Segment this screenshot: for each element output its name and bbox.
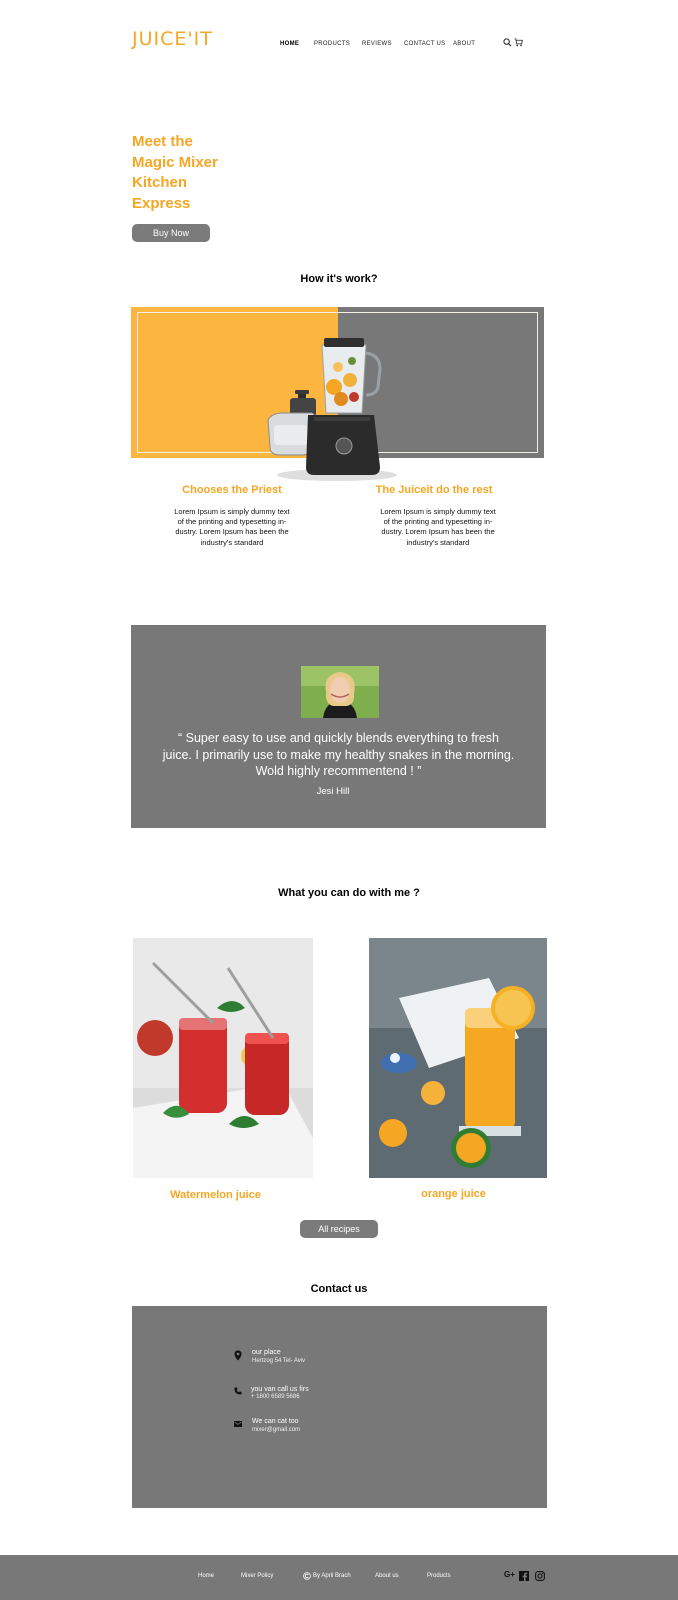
nav-products[interactable]: PRODUCTS (314, 41, 350, 47)
step-text-line: industry's standard (200, 537, 264, 547)
hero-title-line: Meet the (132, 133, 193, 150)
step-text-line: of the printing and typesetting in- (177, 517, 287, 527)
step-text-line: dustry. Lorem Ipsum has been the (381, 527, 495, 537)
contact-title: Contact us (310, 1283, 368, 1295)
phone-icon (234, 1387, 242, 1395)
step-text-line: Lorem Ipsum is simply dummy text (380, 507, 496, 516)
nav-reviews[interactable]: REVIEWS (362, 41, 392, 47)
hero-title-line: Magic Mixer (132, 153, 218, 171)
orange-juice-image[interactable] (369, 938, 547, 1178)
testimonial-section (131, 625, 546, 828)
instagram-icon[interactable] (535, 1571, 545, 1581)
hero-title-line: Kitchen (132, 174, 188, 191)
hero-title-line: Express (132, 194, 191, 212)
footer-link-home[interactable]: Home (198, 1573, 214, 1579)
recipe-label[interactable]: Watermelon juice (148, 1189, 283, 1201)
copyright-icon (303, 1572, 311, 1580)
food-processor-image (267, 338, 397, 481)
recipes-title: What you can do with me ? (278, 887, 420, 899)
hero-title: Meet the Magic Mixer Kitchen Express (132, 132, 262, 214)
all-recipes-button[interactable]: All recipes (300, 1220, 378, 1238)
quote-line: juice. I primarily use to make my health… (162, 747, 515, 762)
testimonial-quote: “ Super easy to use and quickly blends e… (150, 730, 527, 780)
testimonial-author: Jesi Hill (316, 786, 350, 797)
recipe-label[interactable]: orange juice (386, 1188, 521, 1200)
step-text-line: Lorem Ipsum is simply dummy text (174, 507, 290, 516)
google-plus-icon[interactable]: G+ (504, 1570, 515, 1579)
nav-about[interactable]: ABOUT (453, 41, 475, 47)
nav-contact-us[interactable]: CONTACT US (404, 41, 445, 47)
step-title: The Juiceit do the rest (375, 484, 493, 496)
quote-line: Wold highly recommentend ! ” (255, 764, 422, 778)
facebook-icon[interactable] (519, 1571, 529, 1581)
contact-email[interactable]: mixer@gmail.com (252, 1427, 300, 1433)
nav-home[interactable]: HOME (280, 41, 299, 47)
logo[interactable]: JUICE'IT (132, 28, 213, 50)
footer-link-about-us[interactable]: About us (375, 1573, 399, 1579)
contact-line-title: you van call us firs (251, 1386, 309, 1393)
contact-line-value: + 1800 6589 5686 (251, 1394, 300, 1400)
location-pin-icon (234, 1350, 242, 1361)
step-title: Chooses the Priest (182, 484, 282, 496)
watermelon-juice-image[interactable] (133, 938, 313, 1178)
step-text-line: of the printing and typesetting in- (383, 517, 493, 527)
buy-now-button[interactable]: Buy Now (132, 224, 210, 242)
search-icon[interactable] (503, 38, 512, 47)
footer-link-products[interactable]: Products (427, 1573, 451, 1579)
cart-icon[interactable] (514, 38, 523, 47)
mail-icon (234, 1421, 242, 1427)
step-text-line: industry's standard (406, 537, 470, 547)
reviewer-avatar (301, 666, 379, 718)
contact-line-value: Hertzog 54 Tel- Aviv (252, 1358, 306, 1364)
contact-line-title: We can cat too (252, 1418, 299, 1425)
contact-section (132, 1306, 547, 1508)
how-it-works-title: How it's work? (300, 273, 378, 285)
contact-line-title: our place (252, 1349, 281, 1356)
footer-credit: By April Brach (313, 1573, 351, 1579)
step-text: Lorem Ipsum is simply dummy text of the … (368, 507, 508, 548)
quote-line: “ Super easy to use and quickly blends e… (177, 731, 499, 745)
step-text-line: dustry. Lorem Ipsum has been the (175, 527, 289, 537)
step-text: Lorem Ipsum is simply dummy text of the … (162, 507, 302, 548)
footer-link-mixer-policy[interactable]: Mixer Policy (241, 1573, 273, 1579)
